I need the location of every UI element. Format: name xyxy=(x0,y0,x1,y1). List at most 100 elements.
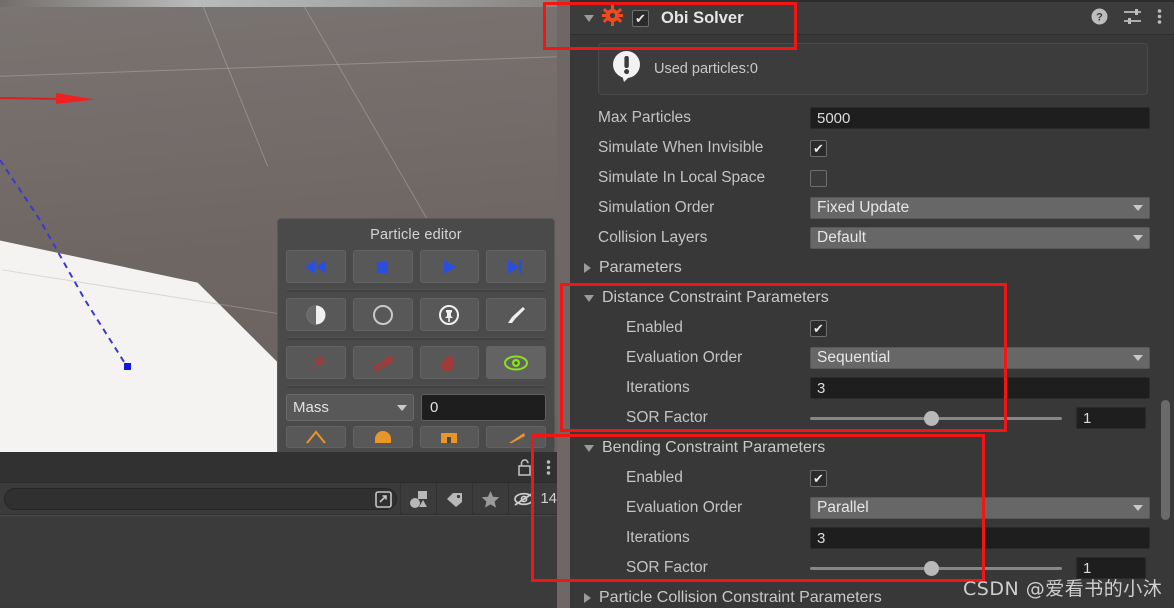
property-label: SOR Factor xyxy=(626,559,708,576)
bending-enabled-checkbox[interactable]: ✔ xyxy=(810,469,827,487)
distance-sor-slider[interactable] xyxy=(810,410,1062,426)
select-half-button[interactable] xyxy=(286,298,346,331)
distance-enabled-checkbox[interactable]: ✔ xyxy=(810,319,827,337)
visibility-button[interactable] xyxy=(486,346,546,379)
distance-sor-field[interactable]: 1 xyxy=(1076,407,1146,429)
simulation-order-dropdown[interactable]: Fixed Update xyxy=(810,197,1150,219)
chevron-down-icon xyxy=(1133,355,1143,361)
grid-line-depth-1 xyxy=(200,0,269,167)
paint-brush-button[interactable] xyxy=(486,298,546,331)
project-panel-header xyxy=(0,452,557,483)
mesh-tool-button[interactable] xyxy=(286,426,346,448)
kebab-menu-icon[interactable] xyxy=(546,459,551,476)
section-parameters[interactable]: Parameters xyxy=(570,253,1174,283)
property-value-field[interactable]: 0 xyxy=(421,394,546,421)
hidden-items-button[interactable] xyxy=(508,482,538,515)
hand-icon xyxy=(440,355,454,371)
foldout-triangle-icon[interactable] xyxy=(584,263,591,273)
distance-sor-value: 1 xyxy=(1083,409,1092,427)
step-forward-button[interactable] xyxy=(486,250,546,283)
foldout-triangle-icon[interactable] xyxy=(584,294,594,302)
section-distance-constraint-parameters[interactable]: Distance Constraint Parameters xyxy=(570,283,1174,313)
scene-viewport[interactable]: Particle editor Mass 0 xyxy=(0,0,557,452)
unpin-button[interactable] xyxy=(352,346,413,379)
property-row-distance-evaluation-order[interactable]: Evaluation Order Sequential xyxy=(570,343,1174,373)
chevron-down-icon xyxy=(397,404,407,411)
stop-icon xyxy=(376,261,388,273)
select-property-button[interactable] xyxy=(419,298,480,331)
property-row-distance-iterations[interactable]: Iterations 3 xyxy=(570,373,1174,403)
transform-gizmo-x-arrow[interactable] xyxy=(0,92,95,104)
bending-sor-slider[interactable] xyxy=(810,560,1062,576)
pin-button[interactable] xyxy=(286,346,346,379)
viewport-inspector-gap xyxy=(557,0,570,608)
pin-slash-icon xyxy=(372,354,394,373)
play-button[interactable] xyxy=(419,250,480,283)
property-label: Simulate When Invisible xyxy=(598,139,764,156)
particle-editor-panel[interactable]: Particle editor Mass 0 xyxy=(277,218,555,452)
obi-solver-component-header[interactable]: ✔ Obi Solver ? xyxy=(570,2,1174,35)
stop-button[interactable] xyxy=(352,250,413,283)
inspector-panel[interactable]: ✔ Obi Solver ? Used particles:0 Max Part… xyxy=(570,0,1174,608)
inspector-scrollbar[interactable] xyxy=(1161,400,1170,520)
section-bending-constraint-parameters[interactable]: Bending Constraint Parameters xyxy=(570,433,1174,463)
property-row-simulate-when-invisible[interactable]: Simulate When Invisible ✔ xyxy=(570,133,1174,163)
box-tool-button[interactable] xyxy=(419,426,480,448)
filter-by-label-button[interactable] xyxy=(436,482,472,515)
property-label: Evaluation Order xyxy=(626,349,743,366)
selected-particle-marker[interactable] xyxy=(124,363,131,370)
property-row-distance-enabled[interactable]: Enabled ✔ xyxy=(570,313,1174,343)
bending-evaluation-order-dropdown[interactable]: Parallel xyxy=(810,497,1150,519)
max-particles-field[interactable]: 5000 xyxy=(810,107,1150,129)
simulate-in-local-space-checkbox[interactable] xyxy=(810,169,827,187)
bending-iterations-field[interactable]: 3 xyxy=(810,527,1150,549)
preset-icon[interactable] xyxy=(1123,8,1142,30)
wedge-icon xyxy=(509,433,526,443)
property-select[interactable]: Mass xyxy=(286,394,414,421)
particle-editor-divider-2 xyxy=(287,337,545,340)
capsule-icon xyxy=(374,431,391,443)
expand-icon[interactable] xyxy=(375,490,393,513)
property-row-simulate-in-local-space[interactable]: Simulate In Local Space xyxy=(570,163,1174,193)
help-icon[interactable]: ? xyxy=(1091,8,1108,30)
favorites-button[interactable] xyxy=(472,482,508,515)
property-row-bending-evaluation-order[interactable]: Evaluation Order Parallel xyxy=(570,493,1174,523)
particle-editor-select-row xyxy=(286,298,546,331)
rewind-button[interactable] xyxy=(286,250,346,283)
distance-iterations-field[interactable]: 3 xyxy=(810,377,1150,399)
property-row-bending-iterations[interactable]: Iterations 3 xyxy=(570,523,1174,553)
project-search-row: 14 xyxy=(0,482,557,515)
section-label: Bending Constraint Parameters xyxy=(602,439,826,456)
foldout-triangle-icon[interactable] xyxy=(584,593,591,603)
foldout-triangle-icon[interactable] xyxy=(584,14,594,22)
simulate-when-invisible-checkbox[interactable]: ✔ xyxy=(810,139,827,157)
property-row-bending-enabled[interactable]: Enabled ✔ xyxy=(570,463,1174,493)
slider-handle[interactable] xyxy=(923,560,939,576)
slider-handle[interactable] xyxy=(923,410,939,426)
foldout-triangle-icon[interactable] xyxy=(584,444,594,452)
section-label: Parameters xyxy=(599,259,682,276)
kebab-menu-icon[interactable] xyxy=(1157,8,1162,30)
collision-layers-dropdown[interactable]: Default xyxy=(810,227,1150,249)
lock-open-icon[interactable] xyxy=(518,459,532,476)
select-circle-button[interactable] xyxy=(352,298,413,331)
property-row-collision-layers[interactable]: Collision Layers Default xyxy=(570,223,1174,253)
component-enabled-checkbox[interactable]: ✔ xyxy=(632,9,649,27)
capsule-tool-button[interactable] xyxy=(352,426,413,448)
property-row-simulation-order[interactable]: Simulation Order Fixed Update xyxy=(570,193,1174,223)
search-input[interactable] xyxy=(4,487,398,513)
filter-by-type-button[interactable] xyxy=(400,482,436,515)
property-value-text: 0 xyxy=(430,399,439,416)
project-panel-body[interactable] xyxy=(0,515,557,607)
hand-button[interactable] xyxy=(419,346,480,379)
edge-tool-button[interactable] xyxy=(486,426,546,448)
property-row-max-particles[interactable]: Max Particles 5000 xyxy=(570,103,1174,133)
property-select-label: Mass xyxy=(293,399,329,416)
project-panel[interactable]: 14 xyxy=(0,452,557,608)
property-row-distance-sor-factor[interactable]: SOR Factor 1 xyxy=(570,403,1174,433)
distance-evaluation-order-dropdown[interactable]: Sequential xyxy=(810,347,1150,369)
step-forward-icon xyxy=(508,259,523,274)
particle-editor-playback-row xyxy=(286,250,546,283)
eye-icon xyxy=(504,355,529,370)
cone-outline-icon xyxy=(306,430,326,444)
